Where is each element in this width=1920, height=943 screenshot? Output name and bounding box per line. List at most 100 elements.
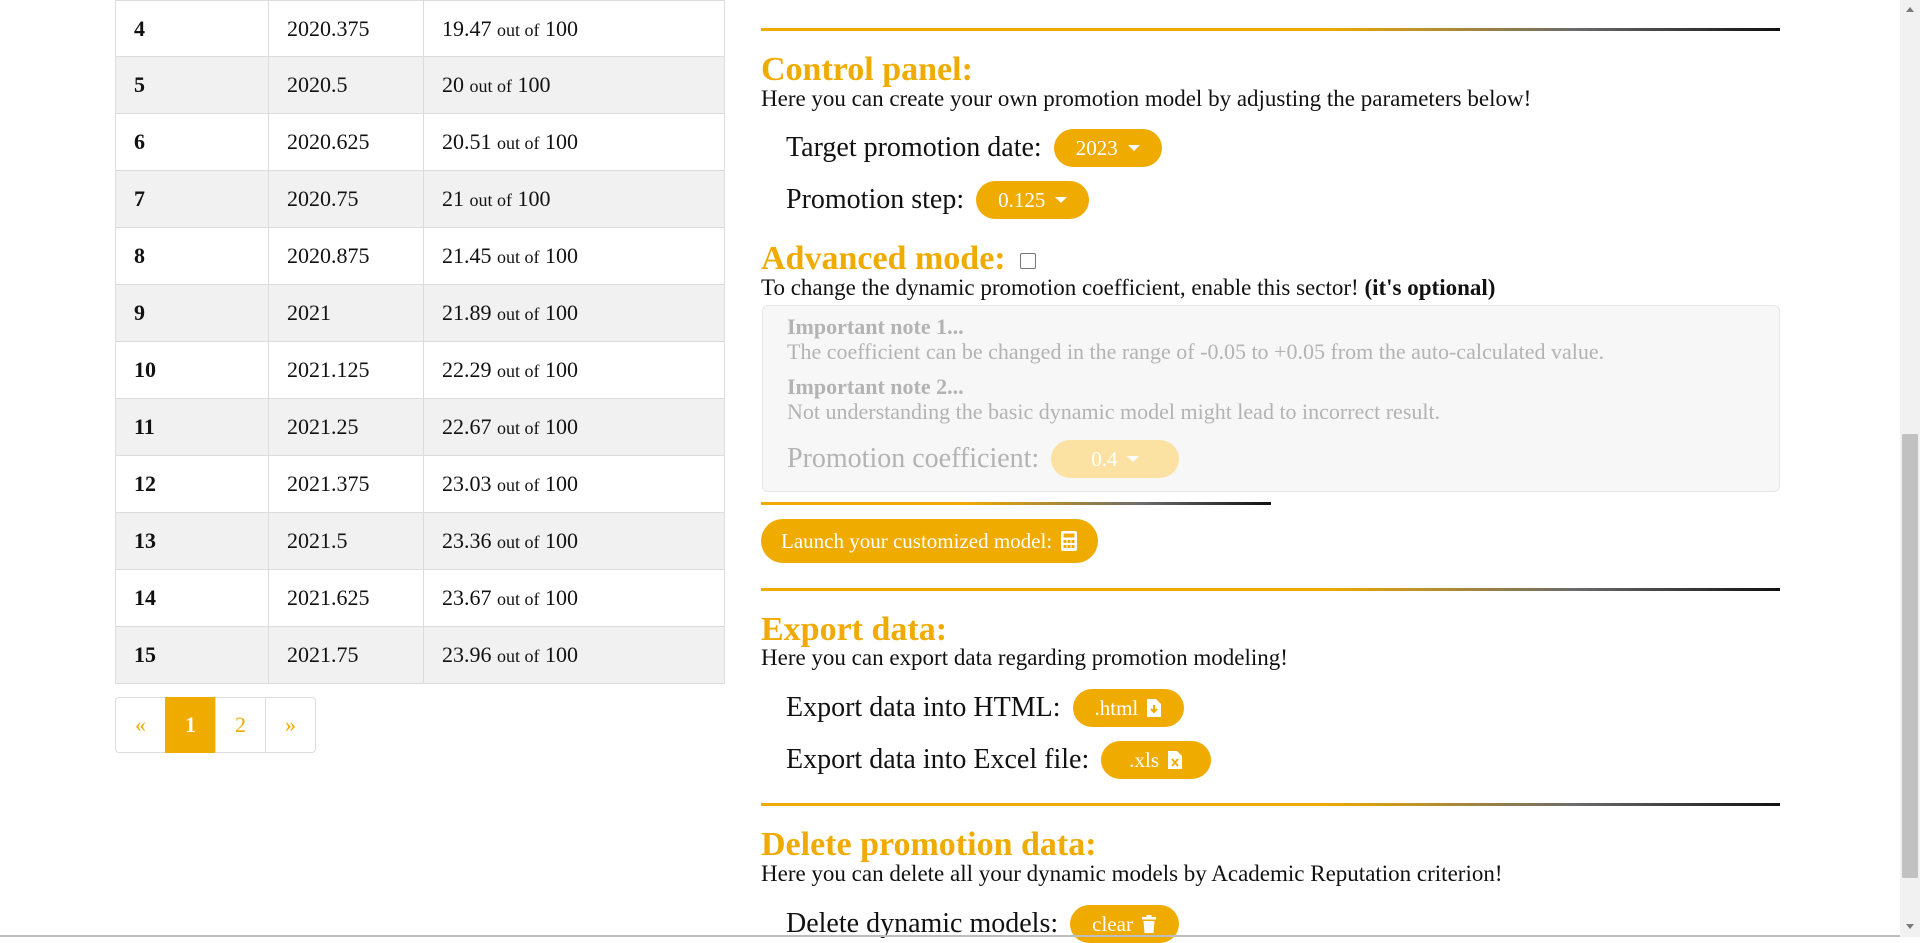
score-max: 100: [545, 585, 578, 610]
promotion-step-value: 0.125: [998, 187, 1046, 212]
export-xls-button[interactable]: .xls: [1101, 741, 1211, 779]
date-cell: 2021.375: [268, 455, 424, 513]
trash-icon: [1141, 915, 1156, 933]
date-cell: 2020.5: [268, 56, 424, 114]
note-2-text: Not understanding the basic dynamic mode…: [787, 399, 1441, 424]
pagination-page-2[interactable]: 2: [215, 697, 266, 753]
step-cell: 4: [115, 0, 269, 57]
table-row: 14 2021.625 23.67 out of 100: [115, 569, 725, 627]
export-data-title: Export data:: [761, 611, 948, 648]
score-max: 100: [545, 129, 578, 154]
target-date-dropdown[interactable]: 2023: [1053, 129, 1162, 167]
step-cell: 11: [115, 398, 269, 456]
pagination-next-button[interactable]: »: [265, 697, 316, 753]
score-suffix: out of: [497, 247, 540, 267]
scroll-down-arrow-icon[interactable]: [1906, 924, 1914, 929]
step-cell: 12: [115, 455, 269, 513]
launch-model-button[interactable]: Launch your customized model:: [761, 519, 1099, 563]
score-max: 100: [545, 642, 578, 667]
promotion-coefficient-dropdown[interactable]: 0.4: [1051, 440, 1180, 478]
export-xls-label: Export data into Excel file:: [786, 744, 1090, 775]
step-cell: 7: [115, 170, 269, 228]
advanced-mode-description: To change the dynamic promotion coeffici…: [761, 275, 1495, 301]
score-value: 20.51: [442, 129, 492, 154]
section-divider: [761, 588, 1780, 591]
date-cell: 2020.375: [268, 0, 424, 57]
score-value: 23.36: [442, 528, 492, 553]
score-value: 21.89: [442, 300, 492, 325]
score-max: 100: [517, 186, 551, 211]
score-cell: 23.96 out of 100: [423, 626, 725, 684]
table-row: 15 2021.75 23.96 out of 100: [115, 626, 725, 684]
pagination: « 1 2 »: [115, 697, 316, 753]
table-row: 6 2020.625 20.51 out of 100: [115, 113, 725, 171]
promotion-table-container: 4 2020.375 19.47 out of 100 5 2020.5 20 out o…: [115, 0, 725, 684]
advanced-mode-title: Advanced mode:: [761, 240, 1036, 278]
date-cell: 2021.25: [268, 398, 424, 456]
score-suffix: out of: [497, 532, 540, 552]
promotion-step-dropdown[interactable]: 0.125: [976, 181, 1090, 219]
table-row: 9 2021 21.89 out of 100: [115, 284, 725, 342]
export-xls-button-label: .xls: [1129, 747, 1159, 772]
table-row: 10 2021.125 22.29 out of 100: [115, 341, 725, 399]
scrollbar-thumb[interactable]: [1902, 434, 1918, 878]
score-suffix: out of: [469, 190, 513, 210]
step-cell: 9: [115, 284, 269, 342]
section-divider-short: [761, 502, 1271, 505]
score-cell: 21 out of 100: [423, 170, 725, 228]
scroll-up-arrow-icon[interactable]: [1906, 7, 1914, 12]
caret-down-icon: [1055, 197, 1068, 203]
score-value: 23.96: [442, 642, 492, 667]
advanced-mode-checkbox[interactable]: [1019, 253, 1036, 270]
table-row: 8 2020.875 21.45 out of 100: [115, 227, 725, 285]
clear-button-label: clear: [1092, 911, 1133, 936]
step-cell: 10: [115, 341, 269, 399]
vertical-scrollbar[interactable]: [1900, 0, 1920, 937]
score-max: 100: [545, 414, 578, 439]
promotion-step-row: Promotion step: 0.125: [786, 181, 1090, 219]
export-html-button-label: .html: [1094, 695, 1139, 720]
caret-down-icon: [1127, 145, 1140, 151]
score-cell: 22.29 out of 100: [423, 341, 725, 399]
score-suffix: out of: [497, 133, 540, 153]
section-divider: [761, 803, 1780, 806]
note-1-title: Important note 1...: [787, 314, 964, 339]
score-cell: 20.51 out of 100: [423, 113, 725, 171]
table-row: 5 2020.5 20 out of 100: [115, 56, 725, 114]
promotion-coefficient-row: Promotion coefficient: 0.4: [787, 440, 1180, 478]
table-row: 4 2020.375 19.47 out of 100: [115, 0, 725, 57]
pagination-prev-button[interactable]: «: [115, 697, 166, 753]
score-value: 19.47: [442, 15, 492, 41]
launch-row: Launch your customized model:: [761, 519, 1099, 563]
section-divider: [761, 28, 1780, 31]
clear-button[interactable]: clear: [1070, 905, 1179, 943]
step-cell: 5: [115, 56, 269, 114]
pagination-page-1[interactable]: 1: [165, 697, 216, 753]
file-excel-icon: [1168, 751, 1182, 769]
table-row: 12 2021.375 23.03 out of 100: [115, 455, 725, 513]
launch-model-button-label: Launch your customized model:: [781, 528, 1053, 553]
calculator-icon: [1061, 531, 1078, 551]
score-max: 100: [545, 357, 578, 382]
score-max: 100: [517, 72, 551, 97]
caret-down-icon: [1127, 456, 1140, 462]
date-cell: 2021.625: [268, 569, 424, 627]
score-max: 100: [545, 300, 578, 325]
score-value: 22.67: [442, 414, 492, 439]
delete-data-title: Delete promotion data:: [761, 826, 1097, 863]
advanced-mode-sector: Important note 1... The coefficient can …: [762, 305, 1780, 492]
export-html-button[interactable]: .html: [1072, 689, 1185, 727]
delete-data-description: Here you can delete all your dynamic mod…: [761, 861, 1503, 886]
date-cell: 2020.75: [268, 170, 424, 228]
promotion-table-body: 4 2020.375 19.47 out of 100 5 2020.5 20 out o…: [115, 0, 725, 684]
score-suffix: out of: [497, 646, 540, 666]
score-cell: 23.03 out of 100: [423, 455, 725, 513]
score-value: 23.03: [442, 471, 492, 496]
score-suffix: out of: [469, 76, 513, 96]
promotion-coefficient-value: 0.4: [1091, 446, 1118, 471]
step-cell: 13: [115, 512, 269, 570]
score-value: 20: [442, 72, 464, 97]
delete-models-row: Delete dynamic models: clear: [786, 905, 1179, 943]
export-html-row: Export data into HTML: .html: [786, 689, 1185, 727]
score-cell: 21.45 out of 100: [423, 227, 725, 285]
